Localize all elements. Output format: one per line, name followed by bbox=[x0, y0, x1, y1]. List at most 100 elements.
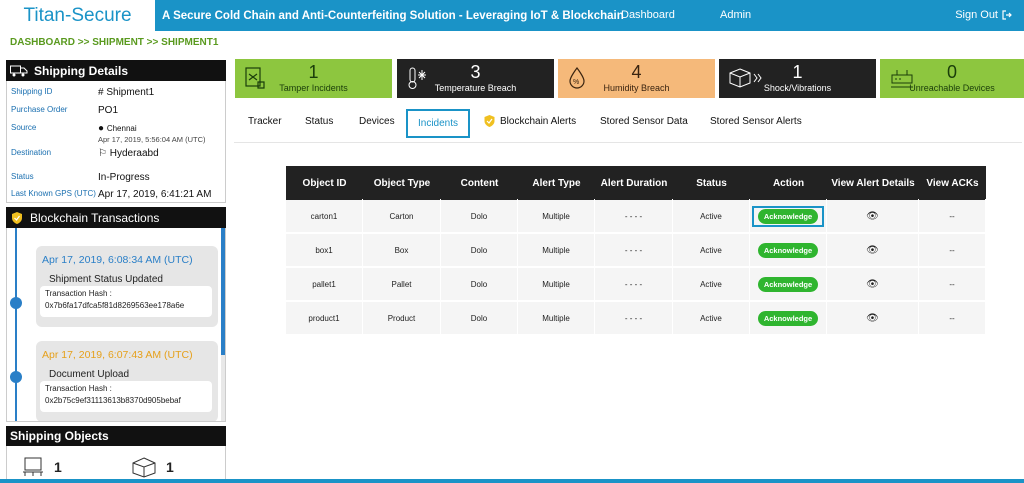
cell-object-type: Pallet bbox=[363, 267, 441, 301]
cell-action: Acknowledge bbox=[750, 301, 827, 335]
timeline-dot bbox=[10, 297, 22, 309]
cell-action: Acknowledge bbox=[750, 267, 827, 301]
tab-tracker[interactable]: Tracker bbox=[248, 116, 282, 127]
incidents-table: Object ID Object Type Content Alert Type… bbox=[286, 166, 986, 336]
detail-row-gps: Last Known GPS (UTC) Apr 17, 2019, 6:41:… bbox=[11, 189, 226, 200]
cell-view-acks[interactable]: -- bbox=[919, 233, 986, 267]
timeline-scrollbar[interactable] bbox=[221, 228, 225, 421]
transaction-card[interactable]: Apr 17, 2019, 6:07:43 AM (UTC) Document … bbox=[36, 341, 218, 421]
cell-object-id: box1 bbox=[286, 233, 363, 267]
box-icon bbox=[132, 457, 156, 478]
cell-view-acks[interactable]: -- bbox=[919, 199, 986, 233]
box-count: 1 bbox=[166, 459, 174, 475]
eye-icon[interactable]: 👁 bbox=[866, 245, 879, 256]
tile-label: Unreachable Devices bbox=[909, 83, 995, 93]
shipping-objects-title: Shipping Objects bbox=[10, 429, 109, 443]
hash-value: 0x7b6fa17dfca5f81d8269563ee178a6e bbox=[45, 301, 185, 310]
cell-view-acks[interactable]: -- bbox=[919, 267, 986, 301]
cell-object-id: product1 bbox=[286, 301, 363, 335]
tile-label: Temperature Breach bbox=[434, 83, 517, 93]
eye-icon[interactable]: 👁 bbox=[866, 313, 879, 324]
cell-alert-type: Multiple bbox=[518, 199, 595, 233]
tab-stored-sensor-alerts[interactable]: Stored Sensor Alerts bbox=[710, 116, 802, 127]
tile-unreachable-devices[interactable]: 0 Unreachable Devices bbox=[880, 59, 1024, 98]
detail-value: PO1 bbox=[98, 105, 119, 116]
acknowledge-button[interactable]: Acknowledge bbox=[757, 310, 819, 326]
detail-row-source: Source ● Chennai Apr 17, 2019, 5:56:04 A… bbox=[11, 123, 226, 145]
cell-action: Acknowledge bbox=[750, 233, 827, 267]
transaction-hash-box: Transaction Hash : 0x2b75c9ef31113613b83… bbox=[40, 381, 212, 412]
table-row: product1 Product Dolo Multiple - - - - A… bbox=[286, 301, 986, 336]
column-header: Action bbox=[772, 177, 805, 189]
transaction-card[interactable]: Apr 17, 2019, 6:08:34 AM (UTC) Shipment … bbox=[36, 246, 218, 327]
cell-view-details: 👁 bbox=[827, 233, 919, 267]
location-pin-icon: ● bbox=[98, 123, 105, 134]
cell-alert-duration: - - - - bbox=[595, 199, 673, 233]
cell-alert-type: Multiple bbox=[518, 233, 595, 267]
source-timestamp: Apr 17, 2019, 5:56:04 AM (UTC) bbox=[98, 135, 206, 144]
pallet-icon bbox=[23, 457, 43, 476]
scrollbar-thumb[interactable] bbox=[221, 228, 225, 355]
detail-value: # Shipment1 bbox=[98, 87, 155, 98]
tile-temperature-breach[interactable]: 3 Temperature Breach bbox=[397, 59, 554, 98]
source-city: Chennai bbox=[106, 124, 137, 133]
tile-value: 0 bbox=[946, 62, 957, 82]
column-header: Alert Duration bbox=[600, 177, 668, 189]
eye-icon[interactable]: 👁 bbox=[866, 211, 879, 222]
timeline-dot bbox=[10, 371, 22, 383]
blockchain-title: Blockchain Transactions bbox=[30, 210, 160, 225]
tile-label: Shock/Vibrations bbox=[763, 83, 832, 93]
destination-city: Hyderaabd bbox=[109, 148, 159, 159]
signout-label: Sign Out bbox=[955, 9, 998, 21]
acknowledge-button[interactable]: Acknowledge bbox=[757, 242, 819, 258]
transaction-date: Apr 17, 2019, 6:08:34 AM (UTC) bbox=[42, 254, 193, 266]
transaction-title: Document Upload bbox=[49, 369, 130, 380]
tab-status[interactable]: Status bbox=[305, 116, 333, 127]
blockchain-timeline[interactable]: Apr 17, 2019, 6:08:34 AM (UTC) Shipment … bbox=[6, 228, 226, 422]
tab-devices[interactable]: Devices bbox=[359, 116, 395, 127]
bottom-accent-line bbox=[0, 479, 1024, 483]
cell-view-acks[interactable]: -- bbox=[919, 301, 986, 335]
shipping-details-header: Shipping Details bbox=[6, 60, 226, 81]
table-row: box1 Box Dolo Multiple - - - - Active Ac… bbox=[286, 233, 986, 268]
tile-tamper-incidents[interactable]: 1 Tamper Incidents bbox=[235, 59, 392, 98]
nav-dashboard[interactable]: Dashboard bbox=[621, 9, 675, 21]
shipping-objects-panel: 1 1 bbox=[6, 446, 226, 483]
app-tagline: A Secure Cold Chain and Anti-Counterfeit… bbox=[162, 9, 624, 22]
acknowledge-button[interactable]: Acknowledge bbox=[757, 276, 819, 292]
detail-row-status: Status In-Progress bbox=[11, 172, 226, 183]
tab-incidents[interactable]: Incidents bbox=[406, 109, 471, 138]
shield-icon bbox=[484, 115, 495, 127]
cell-content: Dolo bbox=[441, 267, 518, 301]
tab-blockchain-alerts[interactable]: Blockchain Alerts bbox=[483, 114, 576, 128]
timeline-line bbox=[15, 228, 17, 421]
blockchain-header: Blockchain Transactions bbox=[6, 207, 226, 228]
column-header: Content bbox=[460, 177, 499, 189]
detail-label: Shipping ID bbox=[11, 87, 53, 96]
detail-value: Apr 17, 2019, 6:41:21 AM bbox=[98, 189, 212, 200]
top-navbar: Titan-Secure A Secure Cold Chain and Ant… bbox=[0, 0, 1024, 31]
cell-view-details: 👁 bbox=[827, 301, 919, 335]
cell-view-details: 👁 bbox=[827, 267, 919, 301]
eye-icon[interactable]: 👁 bbox=[866, 279, 879, 290]
shipping-details-title: Shipping Details bbox=[34, 63, 129, 78]
acknowledge-button[interactable]: Acknowledge bbox=[757, 208, 819, 224]
cell-view-details: 👁 bbox=[827, 199, 919, 233]
column-header: View ACKs bbox=[926, 177, 979, 189]
detail-label: Last Known GPS (UTC) bbox=[11, 189, 96, 198]
brand-logo[interactable]: Titan-Secure bbox=[0, 0, 155, 31]
tile-value: 1 bbox=[792, 62, 803, 82]
nav-admin[interactable]: Admin bbox=[720, 9, 751, 21]
column-header: View Alert Details bbox=[831, 177, 915, 189]
breadcrumb[interactable]: DASHBOARD >> SHIPMENT >> SHIPMENT1 bbox=[10, 37, 218, 48]
shield-icon bbox=[12, 211, 22, 224]
cell-status: Active bbox=[673, 267, 750, 301]
tab-stored-sensor-data[interactable]: Stored Sensor Data bbox=[600, 116, 688, 127]
cell-content: Dolo bbox=[441, 199, 518, 233]
tile-humidity-breach[interactable]: % 4 Humidity Breach bbox=[558, 59, 715, 98]
transaction-date: Apr 17, 2019, 6:07:43 AM (UTC) bbox=[42, 349, 193, 361]
cell-object-type: Product bbox=[363, 301, 441, 335]
signout-button[interactable]: Sign Out bbox=[955, 9, 1012, 21]
column-header: Object Type bbox=[373, 177, 431, 189]
tile-shock-vibrations[interactable]: 1 Shock/Vibrations bbox=[719, 59, 876, 98]
